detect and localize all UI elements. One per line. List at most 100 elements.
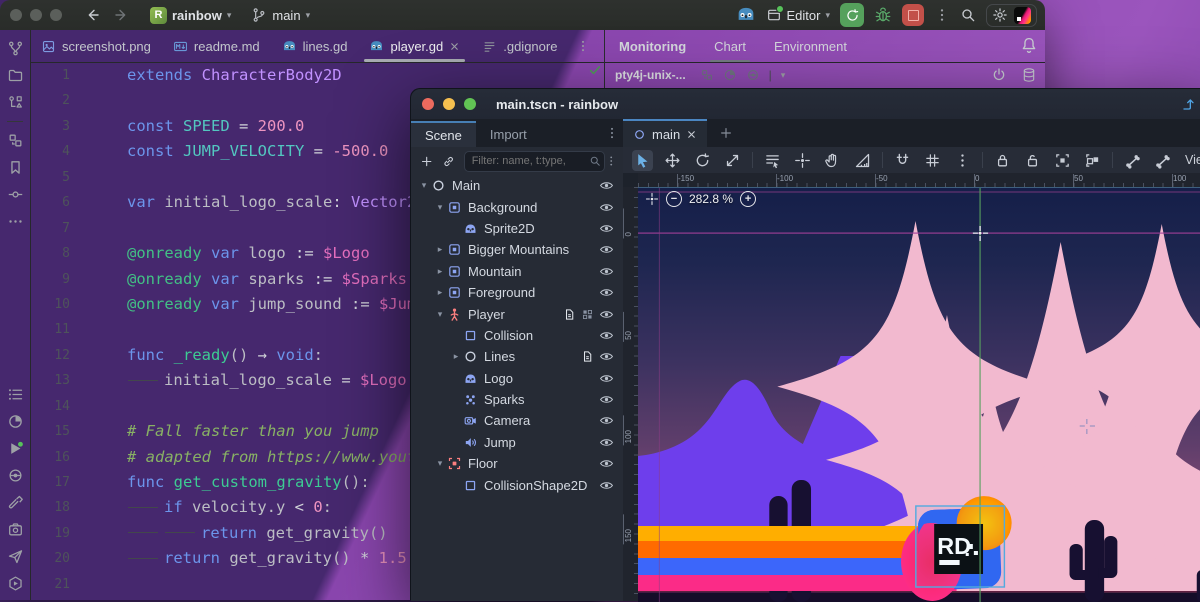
project-widget[interactable]: R rainbow ▾ <box>150 7 231 24</box>
visibility-toggle-icon[interactable] <box>599 392 614 407</box>
select-tool[interactable] <box>632 150 653 171</box>
scene-node-mountain[interactable]: ▸Mountain <box>411 261 623 282</box>
instance-badge-icon[interactable] <box>581 308 594 321</box>
scene-node-foreground[interactable]: ▸Foreground <box>411 282 623 303</box>
scale-tool[interactable] <box>722 150 743 171</box>
tab-monitoring[interactable]: Monitoring <box>605 30 700 62</box>
lock-button[interactable] <box>992 150 1013 171</box>
vcs-icon[interactable] <box>7 40 24 57</box>
run-icon[interactable] <box>7 440 24 457</box>
close-window-button[interactable] <box>10 9 22 21</box>
new-scene-button[interactable] <box>719 126 733 140</box>
visibility-toggle-icon[interactable] <box>599 242 614 257</box>
tree-options-icon[interactable] <box>605 154 617 168</box>
coverage-icon[interactable] <box>7 467 24 484</box>
branch-widget[interactable]: main ▾ <box>251 7 310 23</box>
kebab-menu-icon[interactable] <box>934 7 950 23</box>
tab-options-icon[interactable] <box>576 39 590 53</box>
rotate-tool[interactable] <box>692 150 713 171</box>
notifications-bell-icon[interactable] <box>1020 36 1038 54</box>
expander-icon[interactable]: ▾ <box>433 202 447 213</box>
ungroup-button[interactable] <box>1082 150 1103 171</box>
process-name[interactable]: pty4j-unix-... <box>615 68 686 82</box>
tab-environment[interactable]: Environment <box>760 30 861 62</box>
skeleton-color-button[interactable] <box>1152 150 1173 171</box>
visibility-toggle-icon[interactable] <box>599 349 614 364</box>
tab-import[interactable]: Import <box>476 121 541 147</box>
scene-node-main[interactable]: ▾Main <box>411 175 623 196</box>
script-badge-icon[interactable] <box>581 350 594 363</box>
project-folder-icon[interactable] <box>7 67 24 84</box>
scene-node-sparks[interactable]: Sparks <box>411 389 623 410</box>
visibility-toggle-icon[interactable] <box>599 456 614 471</box>
zoom-in-button[interactable]: + <box>740 191 756 207</box>
selection-rect[interactable] <box>916 506 1005 587</box>
screenshot-tool-icon[interactable] <box>7 521 24 538</box>
window-corner-icon[interactable] <box>1181 96 1197 112</box>
dock-options-icon[interactable] <box>605 126 619 140</box>
select-list-tool[interactable] <box>762 150 783 171</box>
snapshot-icon[interactable] <box>700 68 714 82</box>
memory-icon[interactable] <box>746 68 760 82</box>
forward-icon[interactable] <box>114 7 130 23</box>
snap-options-menu[interactable] <box>952 150 973 171</box>
commit-icon[interactable] <box>7 186 24 203</box>
gear-icon[interactable] <box>992 7 1008 23</box>
tab-lines-gd[interactable]: lines.gd <box>271 30 359 62</box>
rerun-button[interactable] <box>840 3 864 27</box>
tab-gdignore[interactable]: .gdignore <box>471 30 568 62</box>
grid-snap-toggle[interactable] <box>922 150 943 171</box>
expander-icon[interactable]: ▸ <box>433 266 447 277</box>
visibility-toggle-icon[interactable] <box>599 200 614 215</box>
close-scene-icon[interactable] <box>686 129 697 140</box>
pan-tool[interactable] <box>822 150 843 171</box>
visibility-toggle-icon[interactable] <box>599 435 614 450</box>
expander-icon[interactable]: ▾ <box>417 180 431 191</box>
view-menu[interactable]: View <box>1185 153 1200 167</box>
zoom-window-button[interactable] <box>464 98 476 110</box>
expander-icon[interactable]: ▾ <box>433 458 447 469</box>
scene-node-player[interactable]: ▾Player <box>411 303 623 324</box>
debug-button[interactable] <box>874 6 892 24</box>
move-tool[interactable] <box>662 150 683 171</box>
tab-screenshot-png[interactable]: screenshot.png <box>30 30 162 62</box>
database-icon[interactable] <box>1021 67 1037 83</box>
2d-canvas[interactable]: RD <box>638 187 1200 601</box>
expander-icon[interactable]: ▸ <box>449 351 463 362</box>
ruler-tool[interactable] <box>852 150 873 171</box>
profiler-icon[interactable] <box>7 413 24 430</box>
visibility-toggle-icon[interactable] <box>599 478 614 493</box>
zoom-out-button[interactable]: − <box>666 191 682 207</box>
tab-scene[interactable]: Scene <box>411 121 476 147</box>
search-icon[interactable] <box>960 7 976 23</box>
group-button[interactable] <box>1052 150 1073 171</box>
scene-node-lines[interactable]: ▸Lines <box>411 346 623 367</box>
visibility-toggle-icon[interactable] <box>599 413 614 428</box>
add-node-button[interactable] <box>420 154 433 169</box>
scene-node-sprite2d[interactable]: Sprite2D <box>411 218 623 239</box>
instance-scene-button[interactable] <box>442 154 455 169</box>
filter-field[interactable] <box>464 151 605 172</box>
smart-snap-toggle[interactable] <box>892 150 913 171</box>
script-badge-icon[interactable] <box>563 308 576 321</box>
run-config-selector[interactable]: Editor ▾ <box>766 7 831 23</box>
scene-node-background[interactable]: ▾Background <box>411 196 623 217</box>
more-tools-icon[interactable] <box>7 213 24 230</box>
components-icon[interactable] <box>7 132 24 149</box>
cpu-chart-icon[interactable] <box>723 68 737 82</box>
scene-node-bigger-mountains[interactable]: ▸Bigger Mountains <box>411 239 623 260</box>
expander-icon[interactable]: ▾ <box>433 309 447 320</box>
scene-node-floor[interactable]: ▾Floor <box>411 453 623 474</box>
power-icon[interactable] <box>991 67 1007 83</box>
visibility-toggle-icon[interactable] <box>599 285 614 300</box>
visibility-toggle-icon[interactable] <box>599 178 614 193</box>
services-icon[interactable] <box>7 575 24 592</box>
tab-readme-md[interactable]: readme.md <box>162 30 271 62</box>
filter-input[interactable] <box>472 152 586 171</box>
godot-engine-icon[interactable] <box>736 5 756 25</box>
tab-chart[interactable]: Chart <box>700 30 760 62</box>
scene-node-collisionshape2d[interactable]: CollisionShape2D <box>411 474 623 495</box>
pivot-tool[interactable] <box>792 150 813 171</box>
scene-tab-main[interactable]: main <box>623 119 707 147</box>
rider-account-avatar[interactable] <box>1014 7 1031 24</box>
